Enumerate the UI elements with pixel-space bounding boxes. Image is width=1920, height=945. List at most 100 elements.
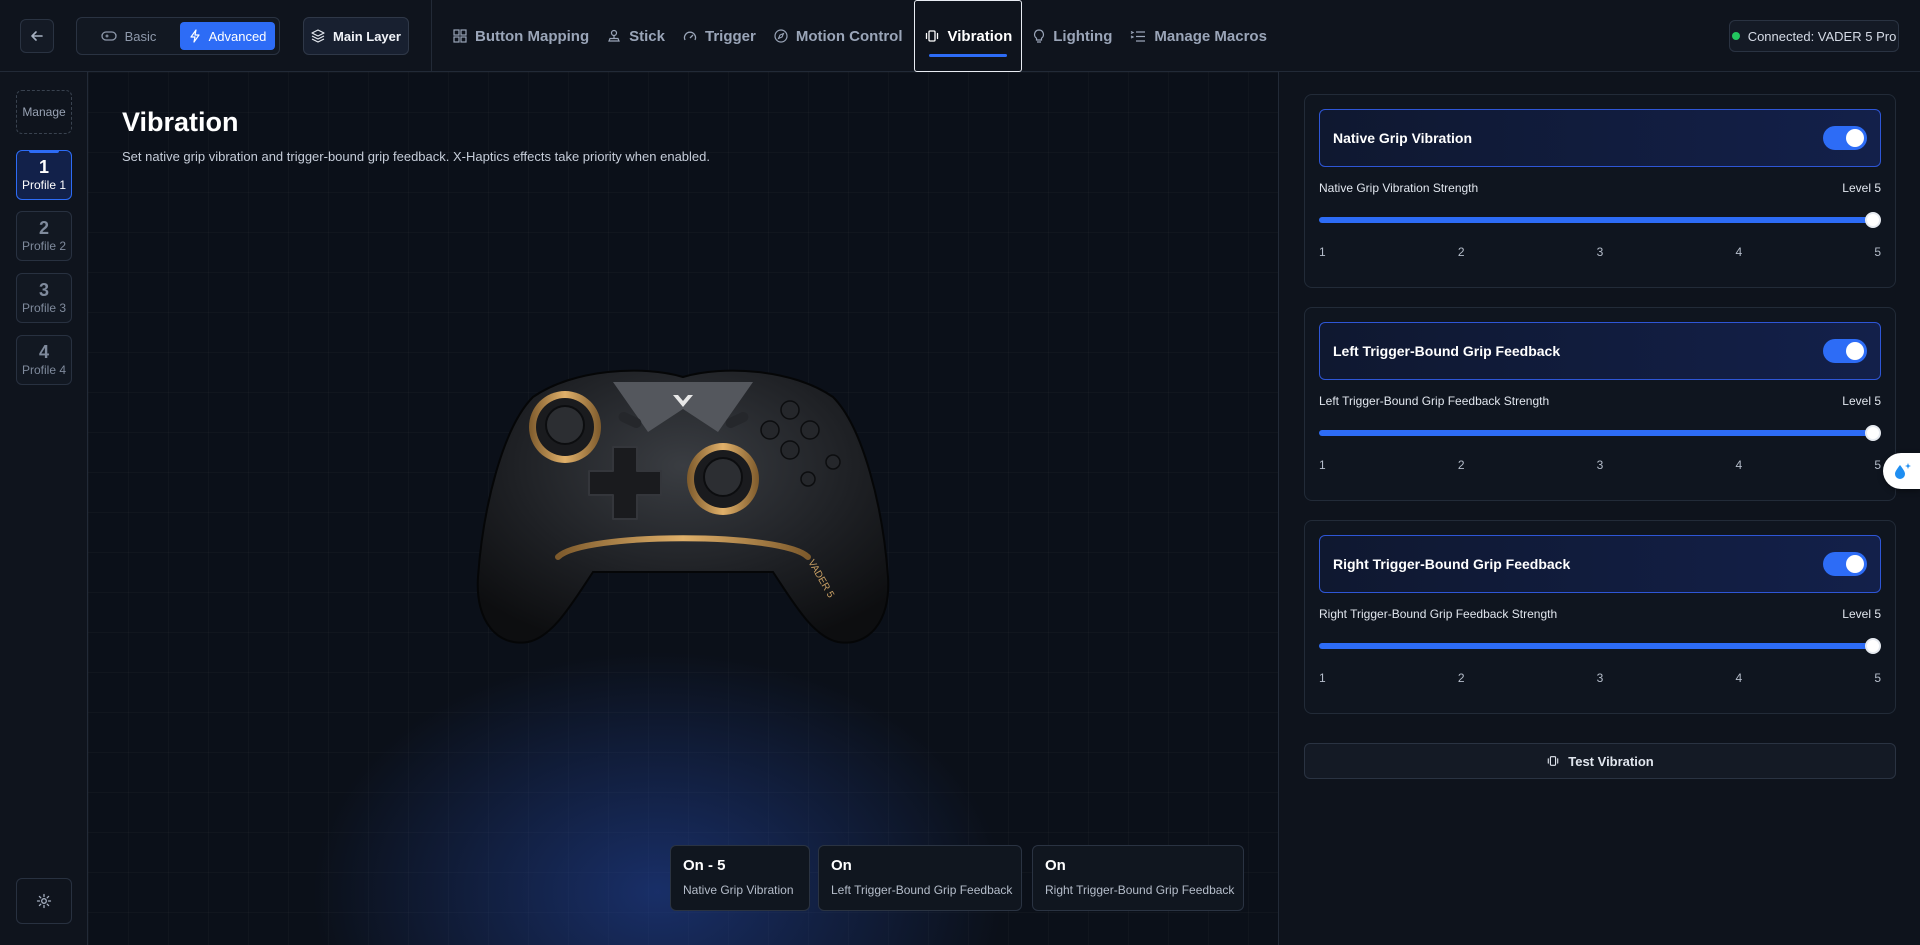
- left-trigger-feedback-toggle[interactable]: [1823, 339, 1867, 363]
- main-layer-label: Main Layer: [333, 28, 401, 44]
- lightbulb-icon: [1034, 28, 1045, 43]
- profile-number: 3: [38, 280, 49, 300]
- status-label: Native Grip Vibration: [683, 883, 794, 897]
- tick-label: 3: [1596, 245, 1604, 259]
- slider-thumb[interactable]: [1865, 212, 1881, 228]
- status-label: Left Trigger-Bound Grip Feedback: [831, 883, 1013, 897]
- floating-assistant-button[interactable]: [1883, 453, 1920, 489]
- test-vibration-button[interactable]: Test Vibration: [1304, 743, 1896, 779]
- tab-vibration[interactable]: Vibration: [913, 0, 1023, 72]
- page-subtitle: Set native grip vibration and trigger-bo…: [122, 149, 710, 164]
- status-card-left-trigger: On Left Trigger-Bound Grip Feedback: [818, 845, 1022, 911]
- lightning-icon: [189, 29, 200, 43]
- manage-profiles-button[interactable]: Manage: [16, 90, 72, 134]
- tab-button-mapping[interactable]: Button Mapping: [444, 0, 598, 72]
- tick-label: 2: [1457, 671, 1465, 685]
- tab-motion-control[interactable]: Motion Control: [765, 0, 912, 72]
- tick-label: 4: [1735, 671, 1743, 685]
- toggle-knob: [1846, 342, 1864, 360]
- tab-lighting[interactable]: Lighting: [1024, 0, 1121, 72]
- right-trigger-feedback-toggle[interactable]: [1823, 552, 1867, 576]
- sparkle-drop-icon: [1894, 463, 1911, 479]
- profile-3-button[interactable]: 3 Profile 3: [16, 273, 72, 323]
- mode-advanced-button[interactable]: Advanced: [180, 22, 275, 50]
- compass-icon: [774, 29, 788, 43]
- gamepad-icon: [100, 31, 117, 41]
- tick-label: 3: [1596, 671, 1604, 685]
- slider-ticks: 1 2 3 4 5: [1319, 671, 1881, 685]
- native-grip-vibration-row: Native Grip Vibration: [1319, 109, 1881, 167]
- profile-2-button[interactable]: 2 Profile 2: [16, 211, 72, 261]
- profile-number: 2: [38, 218, 49, 238]
- arrow-left-icon: [31, 31, 43, 41]
- tick-label: 4: [1735, 245, 1743, 259]
- right-trigger-strength-slider[interactable]: [1319, 638, 1881, 654]
- mode-switch: Basic Advanced: [76, 17, 280, 55]
- left-trigger-feedback-row: Left Trigger-Bound Grip Feedback: [1319, 322, 1881, 380]
- strength-header: Native Grip Vibration Strength Level 5: [1319, 181, 1881, 195]
- back-button[interactable]: [20, 19, 54, 53]
- slider-thumb[interactable]: [1865, 638, 1881, 654]
- mode-advanced-label: Advanced: [208, 28, 267, 44]
- tick-label: 5: [1874, 458, 1881, 472]
- profile-number: 4: [38, 342, 49, 362]
- mode-basic-button[interactable]: Basic: [81, 22, 176, 50]
- slider-thumb[interactable]: [1865, 425, 1881, 441]
- tab-manage-macros-label: Manage Macros: [1154, 27, 1267, 45]
- strength-level: Level 5: [1842, 181, 1881, 195]
- status-value: On: [831, 857, 852, 874]
- strength-header: Right Trigger-Bound Grip Feedback Streng…: [1319, 607, 1881, 621]
- tab-trigger[interactable]: Trigger: [674, 0, 765, 72]
- status-card-right-trigger: On Right Trigger-Bound Grip Feedback: [1032, 845, 1244, 911]
- tick-label: 2: [1457, 458, 1465, 472]
- vibration-icon: [1547, 756, 1559, 766]
- mode-basic-label: Basic: [124, 28, 157, 44]
- main-nav: Button Mapping Stick Trigger Motion Cont…: [444, 0, 1276, 72]
- tab-lighting-label: Lighting: [1053, 27, 1113, 45]
- right-trigger-feedback-row: Right Trigger-Bound Grip Feedback: [1319, 535, 1881, 593]
- controller-preview-area: Vibration Set native grip vibration and …: [88, 72, 1279, 945]
- strength-label: Native Grip Vibration Strength: [1319, 181, 1479, 195]
- layers-icon: [311, 29, 325, 43]
- profile-1-button[interactable]: 1 Profile 1: [16, 150, 72, 200]
- native-grip-vibration-toggle[interactable]: [1823, 126, 1867, 150]
- tick-label: 5: [1874, 671, 1881, 685]
- tab-stick-label: Stick: [629, 27, 665, 45]
- tick-label: 1: [1319, 245, 1326, 259]
- tick-label: 4: [1735, 458, 1743, 472]
- tab-trigger-label: Trigger: [705, 27, 756, 45]
- test-vibration-label: Test Vibration: [1568, 753, 1654, 769]
- strength-level: Level 5: [1842, 607, 1881, 621]
- left-trigger-feedback-section: Left Trigger-Bound Grip Feedback Left Tr…: [1304, 307, 1896, 501]
- profile-label: Profile 3: [21, 301, 67, 315]
- tick-label: 1: [1319, 671, 1326, 685]
- strength-header: Left Trigger-Bound Grip Feedback Strengt…: [1319, 394, 1881, 408]
- toggle-knob: [1846, 555, 1864, 573]
- toggle-label: Right Trigger-Bound Grip Feedback: [1333, 556, 1571, 572]
- tab-motion-control-label: Motion Control: [795, 27, 903, 45]
- macro-list-icon: [1131, 30, 1146, 42]
- status-value: On: [1045, 857, 1066, 874]
- native-grip-strength-slider[interactable]: [1319, 212, 1881, 228]
- vibration-settings-panel: Native Grip Vibration Native Grip Vibrat…: [1280, 72, 1920, 945]
- profile-4-button[interactable]: 4 Profile 4: [16, 335, 72, 385]
- tick-label: 3: [1596, 458, 1604, 472]
- page-title: Vibration: [122, 107, 239, 137]
- tick-label: 1: [1319, 458, 1326, 472]
- right-trigger-feedback-section: Right Trigger-Bound Grip Feedback Right …: [1304, 520, 1896, 714]
- profile-label: Profile 4: [21, 363, 67, 377]
- joystick-icon: [608, 29, 621, 42]
- gauge-icon: [683, 31, 697, 41]
- connected-dot-icon: [1731, 32, 1740, 40]
- main-layer-button[interactable]: Main Layer: [303, 17, 409, 55]
- connection-status: Connected: VADER 5 Pro: [1729, 20, 1899, 52]
- left-trigger-strength-slider[interactable]: [1319, 425, 1881, 441]
- tick-label: 2: [1457, 245, 1465, 259]
- tab-manage-macros[interactable]: Manage Macros: [1121, 0, 1276, 72]
- manage-label: Manage: [22, 105, 66, 119]
- profile-number: 1: [38, 157, 49, 177]
- strength-label: Right Trigger-Bound Grip Feedback Streng…: [1319, 607, 1558, 621]
- strength-level: Level 5: [1842, 394, 1881, 408]
- settings-button[interactable]: [16, 878, 72, 924]
- tab-stick[interactable]: Stick: [598, 0, 674, 72]
